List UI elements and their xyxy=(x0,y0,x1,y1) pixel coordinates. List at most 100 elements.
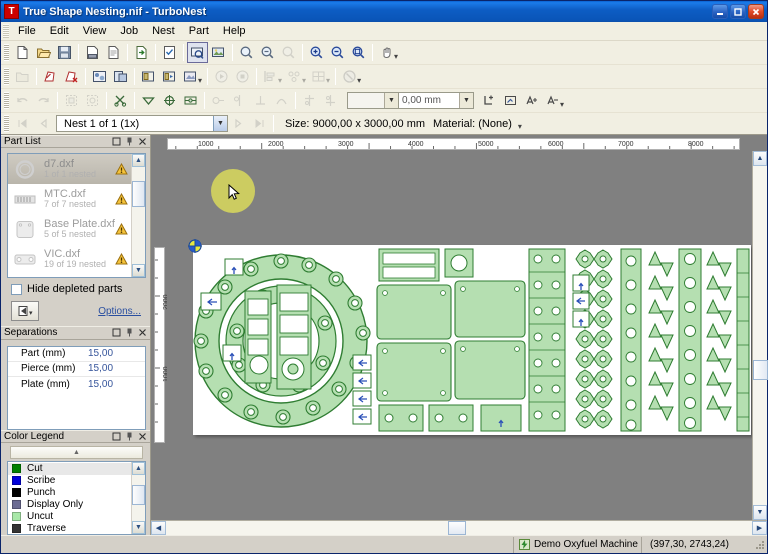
nest-preview-icon[interactable] xyxy=(187,42,208,63)
chain-cut-icon[interactable] xyxy=(208,90,229,111)
scroll-track[interactable] xyxy=(753,166,767,505)
last-nest-icon[interactable] xyxy=(249,113,270,134)
scroll-down-button[interactable]: ▼ xyxy=(132,521,145,534)
scroll-up-button[interactable]: ▲ xyxy=(132,154,145,167)
table-row[interactable]: Plate (mm) 15,00 xyxy=(8,377,145,392)
canvas-vertical-scrollbar[interactable]: ▲ ▼ xyxy=(752,151,767,520)
zoom-extents-icon[interactable] xyxy=(348,42,369,63)
redo-icon[interactable] xyxy=(33,90,54,111)
grid-dropdown-icon[interactable]: ▾ xyxy=(326,76,330,88)
float-panel-icon[interactable] xyxy=(111,136,122,147)
nest-canvas[interactable] xyxy=(167,151,752,520)
menu-grip[interactable] xyxy=(3,24,9,38)
list-item[interactable]: Traverse xyxy=(8,523,131,534)
list-item[interactable]: Punch xyxy=(8,487,131,499)
new-page-icon[interactable] xyxy=(103,42,124,63)
menu-view[interactable]: View xyxy=(76,23,114,39)
close-panel-icon[interactable] xyxy=(137,136,148,147)
scroll-thumb[interactable] xyxy=(448,521,466,535)
close-button[interactable] xyxy=(748,4,764,19)
list-item[interactable]: d7.dxf 1 of 1 nested xyxy=(8,154,131,184)
menu-edit[interactable]: Edit xyxy=(43,23,76,39)
add-part-icon[interactable] xyxy=(40,66,61,87)
scroll-thumb[interactable] xyxy=(753,360,768,380)
close-panel-icon[interactable] xyxy=(137,327,148,338)
toolbar-overflow-icon[interactable]: ▾ xyxy=(518,122,522,134)
offset-part-icon[interactable] xyxy=(479,90,500,111)
minimize-button[interactable] xyxy=(712,4,728,19)
toolbar-standard-grip[interactable] xyxy=(4,44,9,61)
color-legend-list[interactable]: Cut Scribe Punch Display Only xyxy=(7,461,146,535)
table-row[interactable]: Part (mm) 15,00 xyxy=(8,347,145,362)
resize-grip-icon[interactable] xyxy=(753,538,767,552)
select-all-icon[interactable] xyxy=(61,90,82,111)
new-file-icon[interactable] xyxy=(12,42,33,63)
close-panel-icon[interactable] xyxy=(137,431,148,442)
zoom-in-icon[interactable] xyxy=(306,42,327,63)
add-part-dropdown-icon[interactable]: ▾ xyxy=(11,301,39,321)
separation-value[interactable]: 15,00 xyxy=(86,348,113,359)
zoom-out-box-icon[interactable] xyxy=(257,42,278,63)
kerf-size-select[interactable]: ▼ xyxy=(347,92,399,109)
cancel-icon[interactable] xyxy=(339,66,360,87)
open-file-icon[interactable] xyxy=(33,42,54,63)
list-item[interactable]: Uncut xyxy=(8,511,131,523)
pin-panel-icon[interactable] xyxy=(124,431,135,442)
zoom-fit-icon[interactable] xyxy=(278,42,299,63)
split-cut-icon[interactable] xyxy=(229,90,250,111)
pan-hand-icon[interactable] xyxy=(376,42,397,63)
offset-value-select[interactable]: 0,00 mm ▼ xyxy=(398,92,474,109)
zoom-out-icon[interactable] xyxy=(327,42,348,63)
list-item[interactable]: Cut xyxy=(8,463,131,475)
part-list[interactable]: d7.dxf 1 of 1 nested MTC.dxf 7 xyxy=(7,153,146,278)
nest-image-icon[interactable] xyxy=(208,42,229,63)
separation-value[interactable]: 15,00 xyxy=(86,379,113,390)
cut-path-icon[interactable] xyxy=(110,90,131,111)
float-panel-icon[interactable] xyxy=(111,431,122,442)
hide-depleted-row[interactable]: Hide depleted parts xyxy=(11,283,146,295)
options-link[interactable]: Options... xyxy=(98,306,141,317)
nest-bar-grip[interactable] xyxy=(4,115,9,132)
undo-icon[interactable] xyxy=(12,90,33,111)
list-item[interactable]: VIC.dxf 19 of 19 nested xyxy=(8,244,131,274)
check-list-icon[interactable] xyxy=(159,42,180,63)
separation-value[interactable]: 15,00 xyxy=(86,363,113,374)
color-legend-scrollbar[interactable]: ▲ ▼ xyxy=(131,462,145,534)
float-panel-icon[interactable] xyxy=(111,327,122,338)
deselect-icon[interactable] xyxy=(82,90,103,111)
next-nest-icon[interactable] xyxy=(228,113,249,134)
save-file-icon[interactable] xyxy=(54,42,75,63)
scroll-track[interactable] xyxy=(132,167,145,264)
part-list-scrollbar[interactable]: ▲ ▼ xyxy=(131,154,145,277)
toolbar-edit-grip[interactable] xyxy=(4,92,9,109)
scroll-right-button[interactable]: ▶ xyxy=(752,521,767,535)
sequence-icon[interactable] xyxy=(271,90,292,111)
canvas-horizontal-scrollbar[interactable]: ◀ ▶ xyxy=(151,520,767,535)
scroll-left-button[interactable]: ◀ xyxy=(151,521,166,535)
menu-part[interactable]: Part xyxy=(182,23,216,39)
menu-help[interactable]: Help xyxy=(216,23,253,39)
list-item[interactable]: Scribe xyxy=(8,475,131,487)
scroll-up-button[interactable]: ▲ xyxy=(132,462,145,475)
export-nc-icon[interactable] xyxy=(131,42,152,63)
scale-part-icon[interactable] xyxy=(500,90,521,111)
common-line-icon[interactable] xyxy=(250,90,271,111)
manual-nest-icon[interactable] xyxy=(110,66,131,87)
delete-part-icon[interactable] xyxy=(61,66,82,87)
bridge-icon[interactable] xyxy=(180,90,201,111)
scroll-down-button[interactable]: ▼ xyxy=(132,264,145,277)
fill-nest-icon[interactable] xyxy=(180,66,201,87)
scroll-thumb[interactable] xyxy=(132,485,145,505)
scroll-track[interactable] xyxy=(166,521,752,535)
first-nest-icon[interactable] xyxy=(12,113,33,134)
text-increase-icon[interactable] xyxy=(521,90,542,111)
chevron-down-icon[interactable]: ▼ xyxy=(213,116,227,131)
array-nest-icon[interactable] xyxy=(138,66,159,87)
text-decrease-icon[interactable] xyxy=(542,90,563,111)
scroll-up-button[interactable]: ▲ xyxy=(753,151,767,166)
hide-depleted-checkbox[interactable] xyxy=(11,284,22,295)
menu-nest[interactable]: Nest xyxy=(145,23,182,39)
lead-in-icon[interactable] xyxy=(138,90,159,111)
scroll-down-button[interactable]: ▼ xyxy=(753,505,767,520)
folder-open-icon[interactable] xyxy=(12,66,33,87)
